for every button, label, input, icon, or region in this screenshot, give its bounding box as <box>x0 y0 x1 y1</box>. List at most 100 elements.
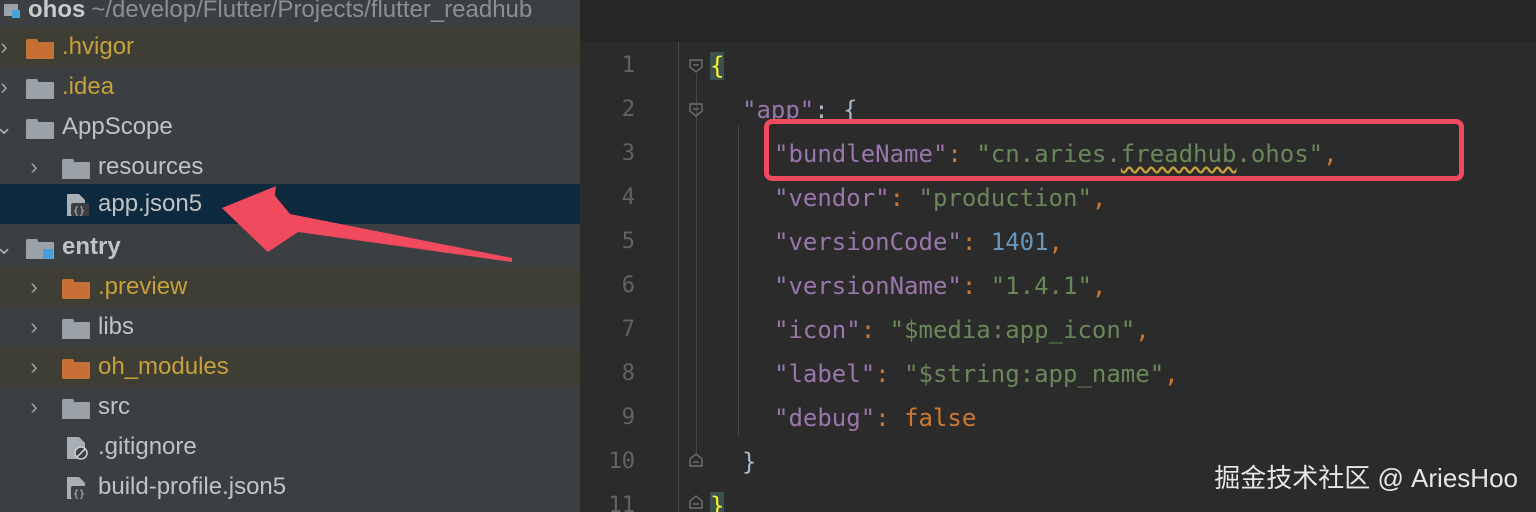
line-number: 7 <box>621 317 635 342</box>
chevron-down-icon[interactable]: ⌄ <box>0 227 14 267</box>
chevron-right-icon[interactable]: › <box>24 147 44 187</box>
line-number: 11 <box>608 493 636 512</box>
tree-item-label: .idea <box>62 73 115 100</box>
json-punct: : <box>875 404 905 432</box>
tree-item-label: build-profile.json5 <box>98 473 287 500</box>
code-line-4[interactable]: "vendor": "production", <box>774 176 1106 220</box>
svg-text:{}: {} <box>73 489 85 500</box>
svg-text:{}: {} <box>73 206 85 217</box>
fold-guide <box>696 74 697 454</box>
tree-item-label: entry <box>62 233 121 260</box>
json-punct: : <box>961 272 991 300</box>
folder-icon <box>26 119 54 139</box>
tree-item-build-profile[interactable]: {} build-profile.json5 <box>0 467 580 507</box>
chevron-right-icon[interactable]: › <box>24 387 44 427</box>
tree-item-app-json5[interactable]: {} app.json5 <box>0 184 580 224</box>
json-punct: , <box>1164 360 1179 388</box>
json-key: "label" <box>774 360 876 388</box>
fold-end-icon[interactable] <box>688 452 704 468</box>
tree-item-label: oh_modules <box>98 353 229 380</box>
chevron-right-icon[interactable]: › <box>24 267 44 307</box>
folder-icon <box>62 159 90 179</box>
tree-item-idea[interactable]: › .idea <box>0 67 580 107</box>
line-number: 10 <box>608 449 636 474</box>
fold-end-icon[interactable] <box>688 494 704 510</box>
tree-item-label: libs <box>98 313 135 340</box>
json-key: "versionName" <box>774 272 962 300</box>
code-line-8[interactable]: "label": "$string:app_name", <box>774 352 1179 396</box>
tree-item-preview[interactable]: › .preview <box>0 267 580 307</box>
tree-item-hvigor[interactable]: › .hvigor <box>0 27 580 67</box>
json-punct: } <box>742 448 757 476</box>
json-punct: , <box>1091 184 1107 212</box>
tree-item-src[interactable]: › src <box>0 387 580 427</box>
json-punct: , <box>1048 228 1063 256</box>
line-number: 1 <box>621 53 635 78</box>
line-number: 4 <box>621 185 635 210</box>
matched-brace: } <box>710 492 725 512</box>
json-boolean: false <box>904 404 977 432</box>
watermark: 掘金技术社区 @ AriesHoo <box>1214 463 1518 493</box>
line-number: 6 <box>621 273 635 298</box>
code-line-6[interactable]: "versionName": "1.4.1", <box>774 264 1106 308</box>
code-editor[interactable]: 1 2 3 4 5 6 7 8 9 10 11 { "app": { "bund… <box>580 0 1536 512</box>
tree-item-gitignore[interactable]: .gitignore <box>0 427 580 467</box>
code-line-1[interactable]: { <box>710 44 725 88</box>
line-number: 9 <box>621 405 635 430</box>
tree-item-label: src <box>98 393 130 420</box>
gitignore-file-icon <box>64 435 90 461</box>
code-line-10[interactable]: } <box>742 440 756 484</box>
gutter-separator <box>678 42 679 512</box>
line-number: 5 <box>621 229 635 254</box>
project-tree-panel: ohos ~/develop/Flutter/Projects/flutter_r… <box>0 0 580 512</box>
json5-file-icon: {} <box>64 475 90 501</box>
annotation-highlight-box <box>764 119 1464 181</box>
code-line-7[interactable]: "icon": "$media:app_icon", <box>774 308 1150 352</box>
tree-item-appscope[interactable]: ⌄ AppScope <box>0 107 580 147</box>
json-key: "versionCode" <box>774 228 962 256</box>
tree-item-label: .preview <box>98 273 188 300</box>
project-folder-icon <box>4 0 22 18</box>
json-key: "icon" <box>774 316 861 344</box>
json-string: "$media:app_icon" <box>889 316 1136 344</box>
tree-item-label: resources <box>98 153 204 180</box>
tree-item-resources[interactable]: › resources <box>0 147 580 187</box>
chevron-right-icon[interactable]: › <box>24 307 44 347</box>
project-root-header[interactable]: ohos ~/develop/Flutter/Projects/flutter_r… <box>0 0 580 28</box>
project-path: ~/develop/Flutter/Projects/flutter_readh… <box>91 0 533 23</box>
tree-item-label: .hvigor <box>62 33 135 60</box>
tree-item-entry[interactable]: ⌄ entry <box>0 227 580 267</box>
chevron-down-icon[interactable]: ⌄ <box>0 107 14 147</box>
project-name: ohos <box>28 0 86 23</box>
chevron-right-icon[interactable]: › <box>0 67 14 107</box>
json-punct: : <box>961 228 991 256</box>
module-folder-icon <box>26 239 54 259</box>
indent-guide <box>738 126 739 436</box>
code-line-5[interactable]: "versionCode": 1401, <box>774 220 1063 264</box>
tree-item-libs[interactable]: › libs <box>0 307 580 347</box>
fold-collapse-icon[interactable] <box>688 58 704 74</box>
json-punct: , <box>1135 316 1150 344</box>
line-number: 8 <box>621 361 635 386</box>
matched-brace: { <box>710 52 725 80</box>
json-key: "debug" <box>774 404 876 432</box>
json-punct: : <box>860 316 890 344</box>
json-punct: , <box>1091 272 1107 300</box>
folder-icon <box>26 39 54 59</box>
json-punct: : <box>875 360 905 388</box>
folder-icon <box>62 399 90 419</box>
editor-tab-strip <box>580 0 1536 42</box>
folder-icon <box>62 319 90 339</box>
fold-collapse-icon[interactable] <box>688 102 704 118</box>
json-string: "1.4.1" <box>990 272 1092 300</box>
json-string: "production" <box>918 184 1092 212</box>
tree-item-label: AppScope <box>62 113 173 140</box>
chevron-right-icon[interactable]: › <box>0 27 14 67</box>
folder-icon <box>62 359 90 379</box>
code-line-9[interactable]: "debug": false <box>774 396 976 440</box>
code-line-11[interactable]: } <box>710 484 725 512</box>
json-string: "$string:app_name" <box>904 360 1165 388</box>
tree-item-oh-modules[interactable]: › oh_modules <box>0 347 580 387</box>
folder-icon <box>62 279 90 299</box>
chevron-right-icon[interactable]: › <box>24 347 44 387</box>
